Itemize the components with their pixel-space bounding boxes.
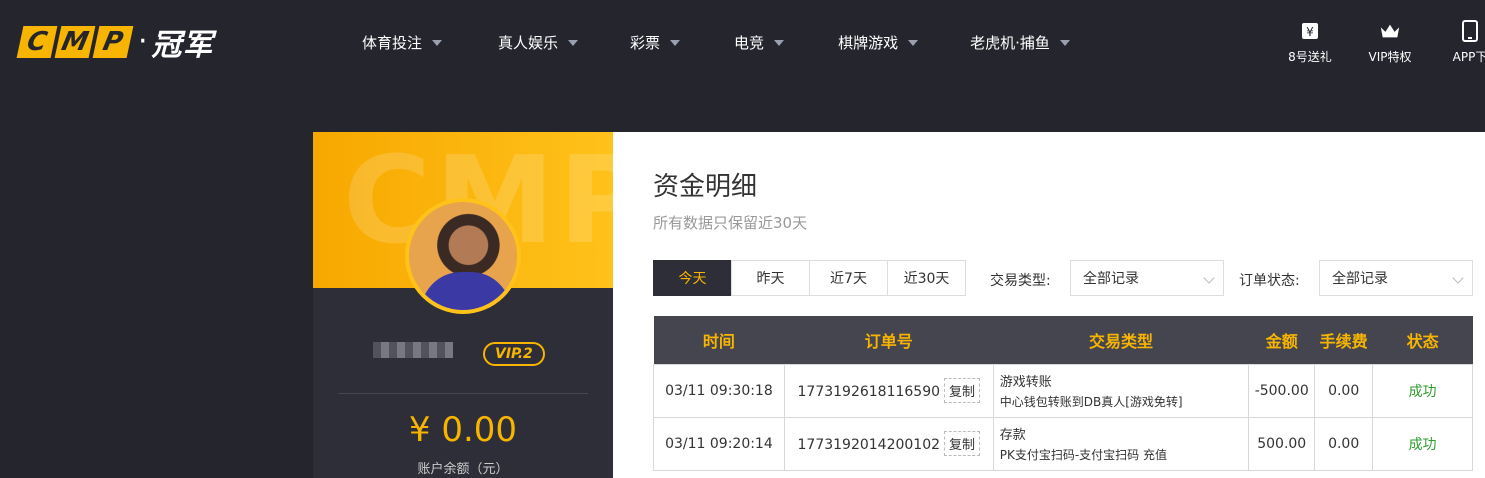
order-number: 1773192014200102 (797, 437, 941, 453)
cell-status: 成功 (1372, 363, 1473, 418)
header-tools: ¥ 8号送礼 VIP特权 APP下 (1270, 20, 1485, 65)
avatar-figure (421, 272, 511, 310)
order-status-label: 订单状态: (1239, 273, 1300, 289)
nav-live-casino[interactable]: 真人娱乐 (498, 28, 579, 56)
phone-icon (1459, 20, 1481, 42)
order-status-select[interactable]: 全部记录 (1319, 260, 1473, 296)
crown-icon (1379, 20, 1401, 42)
chevron-down-icon (1059, 40, 1070, 46)
chevron-down-icon (1452, 272, 1464, 284)
profile-card: CMP VIP.2 ¥ 0.00 账户余额（元） (313, 132, 613, 478)
chevron-down-icon (670, 40, 681, 46)
logo-letter: C (16, 26, 58, 58)
username-blurred (373, 342, 453, 358)
transaction-type-label: 交易类型: (990, 273, 1051, 289)
chevron-down-icon (774, 40, 785, 46)
chevron-down-icon (908, 40, 919, 46)
cell-status: 成功 (1372, 416, 1473, 471)
avatar[interactable] (405, 198, 521, 314)
cell-fee: 0.00 (1314, 416, 1374, 471)
chevron-down-icon (432, 40, 443, 46)
col-type: 交易类型 (1088, 331, 1153, 351)
balance-amount: ¥ 0.00 (408, 410, 518, 450)
tab-7days[interactable]: 近7天 (809, 260, 888, 296)
nav-card-games[interactable]: 棋牌游戏 (838, 28, 919, 56)
cell-type: 游戏转账中心钱包转账到DB真人[游戏免转] (992, 363, 1250, 418)
table-row: 03/11 09:30:18 1773192618116590 复制 游戏转账中心… (653, 363, 1473, 418)
chevron-down-icon (1203, 272, 1215, 284)
cell-amount: 500.00 (1248, 416, 1316, 471)
transaction-type-select[interactable]: 全部记录 (1070, 260, 1224, 296)
cell-amount: -500.00 (1248, 363, 1316, 418)
type-title: 游戏转账 (999, 375, 1052, 390)
gift-icon: ¥ (1299, 20, 1321, 42)
chevron-down-icon (568, 40, 579, 46)
logo-dot: · (138, 24, 148, 59)
table-header: 时间 订单号 交易类型 金额 手续费 状态 (653, 316, 1473, 364)
nav-sports[interactable]: 体育投注 (362, 28, 443, 56)
logo-text: 冠军 (151, 28, 214, 63)
nav-slots-fishing[interactable]: 老虎机·捕鱼 (970, 28, 1070, 56)
divider (338, 393, 588, 394)
col-amount: 金额 (1265, 331, 1298, 351)
cell-time: 03/11 09:30:18 (653, 363, 785, 418)
nav-esports[interactable]: 电竞 (734, 28, 785, 56)
nav-lottery[interactable]: 彩票 (630, 28, 681, 56)
table-row: 03/11 09:20:14 1773192014200102 复制 存款 PK支付… (653, 416, 1473, 471)
gift-button[interactable]: ¥ 8号送礼 (1270, 20, 1350, 65)
vip-privilege-button[interactable]: VIP特权 (1350, 20, 1430, 65)
transactions-table: 时间 订单号 交易类型 金额 手续费 状态 03/11 09:30:18 177… (653, 316, 1473, 471)
type-title: 存款 (999, 428, 1026, 443)
col-order-no: 订单号 (864, 331, 913, 351)
tab-yesterday[interactable]: 昨天 (731, 260, 810, 296)
col-status: 状态 (1406, 331, 1439, 351)
col-fee: 手续费 (1319, 331, 1368, 351)
tab-30days[interactable]: 近30天 (887, 260, 966, 296)
logo-letter: M (54, 26, 96, 58)
tab-today[interactable]: 今天 (653, 260, 732, 296)
cell-time: 03/11 09:20:14 (653, 416, 785, 471)
page-subtitle: 所有数据只保留近30天 (653, 214, 808, 232)
date-range-tabs: 今天 昨天 近7天 近30天 (653, 260, 966, 296)
type-detail: PK支付宝扫码-支付宝扫码 充值 (999, 448, 1167, 462)
logo-letter: P (92, 26, 134, 58)
brand-logo[interactable]: C M P · 冠军 (16, 24, 214, 63)
copy-button[interactable]: 复制 (944, 431, 981, 456)
col-time: 时间 (702, 331, 735, 351)
copy-button[interactable]: 复制 (944, 378, 981, 403)
svg-text:¥: ¥ (1306, 25, 1314, 39)
type-detail: 中心钱包转账到DB真人[游戏免转] (999, 395, 1183, 409)
funds-detail-panel: 资金明细 所有数据只保留近30天 今天 昨天 近7天 近30天 交易类型: 全部… (613, 132, 1485, 478)
vip-badge: VIP.2 (483, 342, 545, 366)
cell-fee: 0.00 (1314, 363, 1374, 418)
balance-label: 账户余额（元） (417, 462, 509, 477)
page-title: 资金明细 (653, 172, 758, 202)
cell-order: 1773192618116590 复制 (783, 363, 994, 418)
top-navbar: C M P · 冠军 体育投注 真人娱乐 彩票 电竞 棋牌游戏 老虎机·捕鱼 ¥… (0, 0, 1485, 86)
app-download-button[interactable]: APP下 (1430, 20, 1485, 65)
cell-type: 存款 PK支付宝扫码-支付宝扫码 充值 (992, 416, 1250, 471)
main-nav: 体育投注 真人娱乐 彩票 电竞 棋牌游戏 老虎机·捕鱼 (340, 28, 1070, 56)
order-number: 1773192618116590 (797, 384, 941, 400)
cell-order: 1773192014200102 复制 (783, 416, 994, 471)
